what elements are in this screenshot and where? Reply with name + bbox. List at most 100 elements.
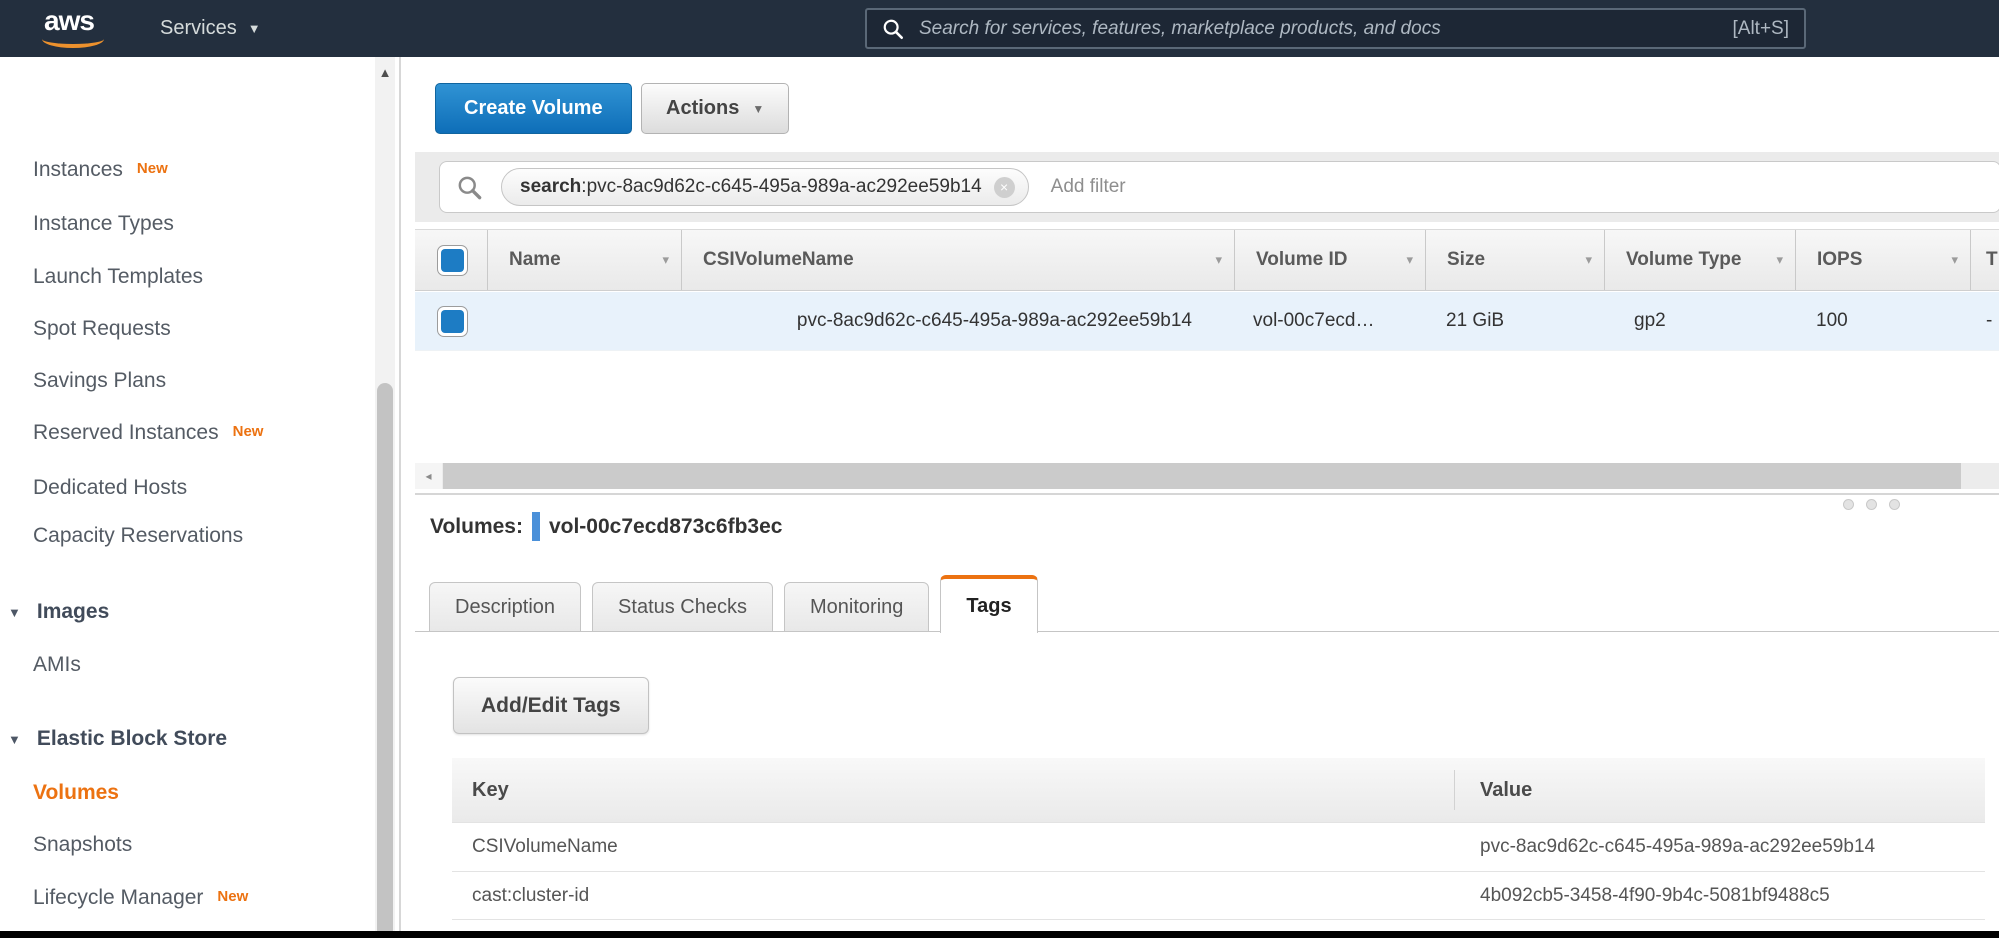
actions-label: Actions bbox=[666, 97, 739, 120]
sidebar-item-instances[interactable]: Instances New bbox=[33, 156, 168, 184]
sort-caret-icon[interactable]: ▾ bbox=[1951, 252, 1958, 268]
actions-button[interactable]: Actions ▼ bbox=[641, 83, 789, 134]
tab-label: Tags bbox=[966, 595, 1011, 618]
tags-value-header: Value bbox=[1480, 779, 1532, 802]
sidebar-item-volumes[interactable]: Volumes bbox=[33, 779, 119, 807]
cell-iops: 100 bbox=[1795, 310, 1848, 332]
filter-panel: search : pvc-8ac9d62c-c645-495a-989a-ac2… bbox=[415, 152, 1999, 222]
column-header-csi-volume-name[interactable]: CSIVolumeName ▾ bbox=[681, 230, 1234, 290]
volumes-label: Volumes: bbox=[430, 515, 523, 539]
chevron-down-icon: ▼ bbox=[752, 102, 764, 116]
sidebar-item-label: Launch Templates bbox=[33, 265, 203, 289]
sidebar-item-label: Instances bbox=[33, 158, 123, 182]
search-shortcut-hint: [Alt+S] bbox=[1733, 18, 1790, 40]
tab-label: Status Checks bbox=[618, 596, 747, 619]
new-badge: New bbox=[233, 423, 264, 440]
sort-caret-icon[interactable]: ▾ bbox=[1585, 252, 1592, 268]
add-edit-tags-label: Add/Edit Tags bbox=[481, 694, 621, 718]
select-all-checkbox[interactable] bbox=[437, 245, 468, 276]
search-icon bbox=[456, 174, 483, 201]
add-edit-tags-button[interactable]: Add/Edit Tags bbox=[453, 677, 649, 734]
create-volume-button[interactable]: Create Volume bbox=[435, 83, 632, 134]
sort-caret-icon[interactable]: ▾ bbox=[662, 252, 669, 268]
remove-filter-icon[interactable]: × bbox=[994, 177, 1015, 198]
horizontal-scrollbar-thumb[interactable] bbox=[443, 463, 1961, 489]
sidebar-section-label: Images bbox=[37, 600, 109, 624]
sort-caret-icon[interactable]: ▾ bbox=[1215, 252, 1222, 268]
selected-volume-id: vol-00c7ecd873c6fb3ec bbox=[549, 515, 783, 539]
sort-caret-icon[interactable]: ▾ bbox=[1406, 252, 1413, 268]
tag-key: cast:cluster-id bbox=[452, 885, 589, 907]
column-label: Volume ID bbox=[1235, 249, 1348, 271]
sidebar-item-amis[interactable]: AMIs bbox=[33, 651, 81, 679]
window-bottom-edge bbox=[0, 931, 1999, 938]
top-navbar: aws Services ▼ Search for services, feat… bbox=[0, 0, 1999, 57]
selection-bar-icon bbox=[532, 512, 540, 541]
sort-caret-icon[interactable]: ▾ bbox=[1776, 252, 1783, 268]
sidebar-item-label: Savings Plans bbox=[33, 369, 166, 393]
tags-key-header: Key bbox=[452, 779, 509, 802]
sidebar-section-elastic-block-store[interactable]: ▼ Elastic Block Store bbox=[8, 725, 227, 753]
sidebar-item-savings-plans[interactable]: Savings Plans bbox=[33, 367, 166, 395]
sidebar-item-label: AMIs bbox=[33, 653, 81, 677]
ec2-sidebar: Instances New Instance Types Launch Temp… bbox=[0, 57, 374, 938]
sidebar-item-lifecycle-manager[interactable]: Lifecycle Manager New bbox=[33, 884, 248, 912]
column-header-volume-type[interactable]: Volume Type ▾ bbox=[1604, 230, 1795, 290]
global-search-placeholder: Search for services, features, marketpla… bbox=[919, 18, 1733, 40]
section-caret-icon: ▼ bbox=[8, 605, 21, 620]
sidebar-item-launch-templates[interactable]: Launch Templates bbox=[33, 263, 203, 291]
row-checkbox[interactable] bbox=[437, 306, 468, 337]
tab-description[interactable]: Description bbox=[429, 582, 581, 632]
sidebar-item-capacity-reservations[interactable]: Capacity Reservations bbox=[33, 522, 243, 550]
add-filter-button[interactable]: Add filter bbox=[1051, 176, 1126, 198]
sidebar-scrollbar-thumb[interactable] bbox=[377, 383, 393, 938]
sidebar-item-label: Spot Requests bbox=[33, 317, 171, 341]
global-search-input[interactable]: Search for services, features, marketpla… bbox=[865, 8, 1806, 49]
volumes-table-header: Name ▾ CSIVolumeName ▾ Volume ID ▾ Size … bbox=[415, 229, 1999, 291]
tag-key: CSIVolumeName bbox=[452, 836, 618, 858]
tags-table-header: Key Value bbox=[452, 758, 1985, 822]
cell-size: 21 GiB bbox=[1425, 310, 1504, 332]
aws-swoosh-icon bbox=[42, 30, 104, 48]
sidebar-scrollbar[interactable]: ▲ bbox=[375, 57, 395, 938]
new-badge: New bbox=[137, 160, 168, 177]
sidebar-item-dedicated-hosts[interactable]: Dedicated Hosts bbox=[33, 474, 187, 502]
column-header-truncated[interactable]: T bbox=[1970, 230, 1999, 290]
main-content: Create Volume Actions ▼ search : pvc-8ac… bbox=[415, 57, 1999, 938]
aws-logo[interactable]: aws bbox=[44, 6, 108, 52]
sidebar-divider bbox=[399, 57, 401, 938]
tab-tags[interactable]: Tags bbox=[940, 575, 1037, 633]
scroll-up-icon[interactable]: ▲ bbox=[375, 65, 395, 80]
tags-header-divider bbox=[1454, 770, 1455, 810]
tag-row[interactable]: cast:cluster-id 4b092cb5-3458-4f90-9b4c-… bbox=[452, 871, 1985, 920]
column-header-size[interactable]: Size ▾ bbox=[1425, 230, 1604, 290]
filter-tag[interactable]: search : pvc-8ac9d62c-c645-495a-989a-ac2… bbox=[501, 168, 1029, 206]
sidebar-item-label: Reserved Instances bbox=[33, 421, 219, 445]
column-header-name[interactable]: Name ▾ bbox=[487, 230, 681, 290]
search-icon bbox=[882, 18, 904, 40]
services-label: Services bbox=[160, 17, 237, 40]
create-volume-label: Create Volume bbox=[464, 97, 603, 120]
tag-row[interactable]: CSIVolumeName pvc-8ac9d62c-c645-495a-989… bbox=[452, 822, 1985, 871]
pane-resize-handle[interactable] bbox=[1843, 499, 1900, 510]
scroll-left-icon[interactable]: ◂ bbox=[415, 463, 442, 489]
volume-table-row[interactable]: pvc-8ac9d62c-c645-495a-989a-ac292ee59b14… bbox=[415, 292, 1999, 351]
sidebar-section-images[interactable]: ▼ Images bbox=[8, 598, 109, 626]
services-menu[interactable]: Services ▼ bbox=[160, 0, 261, 57]
sidebar-item-instance-types[interactable]: Instance Types bbox=[33, 210, 174, 238]
column-header-volume-id[interactable]: Volume ID ▾ bbox=[1234, 230, 1425, 290]
sidebar-item-reserved-instances[interactable]: Reserved Instances New bbox=[33, 419, 263, 447]
tab-status-checks[interactable]: Status Checks bbox=[592, 582, 773, 632]
table-horizontal-scrollbar[interactable]: ◂ bbox=[415, 463, 1999, 489]
sidebar-item-snapshots[interactable]: Snapshots bbox=[33, 831, 132, 859]
tag-value: 4b092cb5-3458-4f90-9b4c-5081bf9488c5 bbox=[1480, 885, 1830, 907]
column-label: T bbox=[1971, 249, 1998, 271]
chevron-down-icon: ▼ bbox=[248, 21, 261, 36]
column-label: Name bbox=[488, 249, 561, 271]
sidebar-item-label: Dedicated Hosts bbox=[33, 476, 187, 500]
sidebar-item-spot-requests[interactable]: Spot Requests bbox=[33, 315, 171, 343]
column-header-iops[interactable]: IOPS ▾ bbox=[1795, 230, 1970, 290]
tab-monitoring[interactable]: Monitoring bbox=[784, 582, 929, 632]
sidebar-item-label: Snapshots bbox=[33, 833, 132, 857]
filter-search-input[interactable]: search : pvc-8ac9d62c-c645-495a-989a-ac2… bbox=[439, 161, 1999, 213]
